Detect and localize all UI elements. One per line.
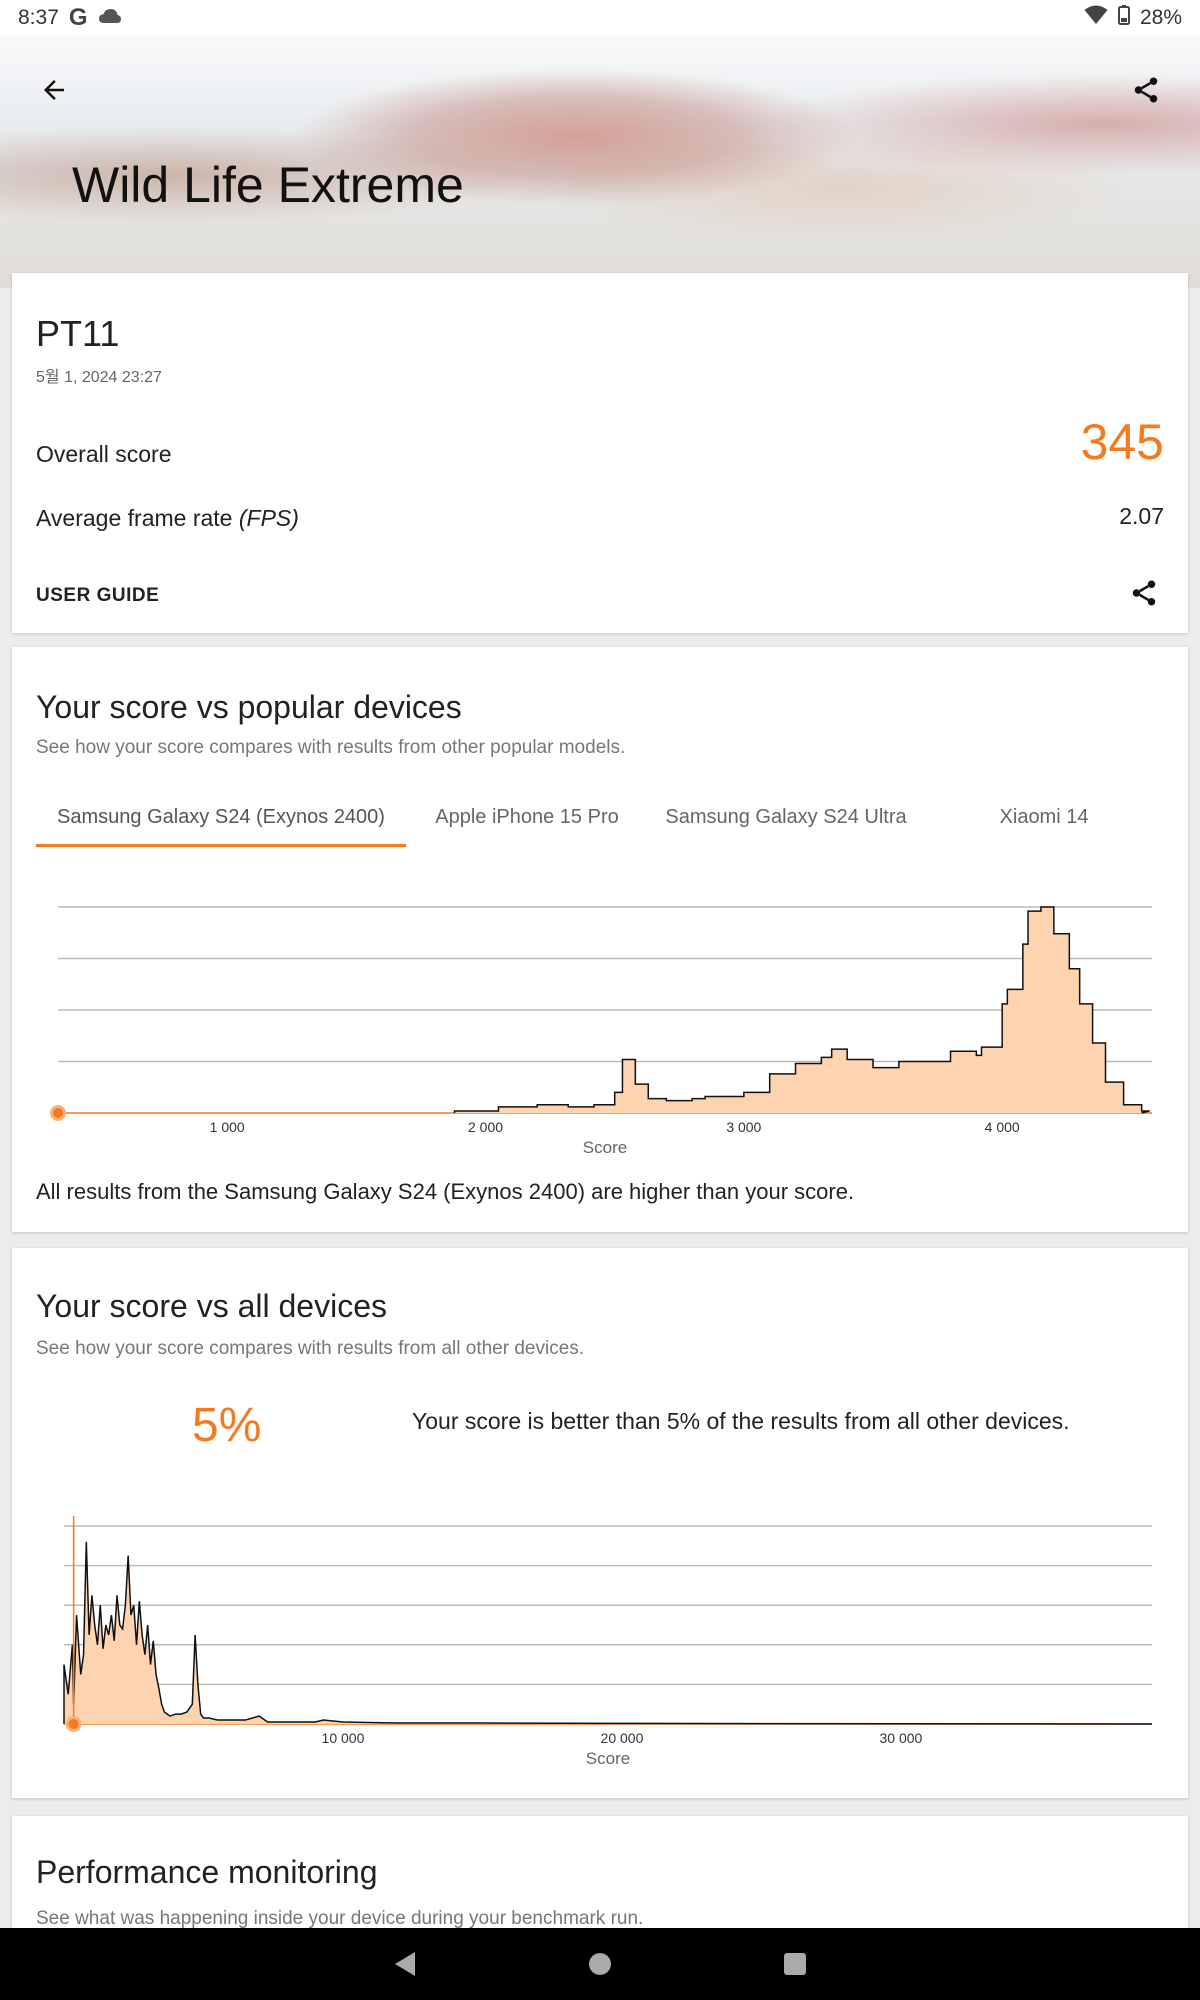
share-icon bbox=[1134, 77, 1158, 103]
all-devices-card: Your score vs all devices See how your s… bbox=[12, 1248, 1188, 1798]
all-devices-subtitle: See how your score compares with results… bbox=[36, 1338, 585, 1359]
distribution-area bbox=[64, 1541, 1152, 1724]
back-button[interactable] bbox=[30, 66, 78, 114]
fps-label-text: Average frame rate bbox=[36, 505, 233, 531]
tab-iphone-15-pro[interactable]: Apple iPhone 15 Pro bbox=[406, 797, 648, 847]
nav-home-icon bbox=[589, 1953, 611, 1975]
header-banner: Wild Life Extreme bbox=[0, 36, 1200, 288]
google-icon: G bbox=[68, 4, 88, 31]
share-icon bbox=[1132, 580, 1156, 606]
popular-caption: All results from the Samsung Galaxy S24 … bbox=[36, 1179, 855, 1204]
all-devices-distribution-chart: 10 000 20 000 30 000 Score bbox=[36, 1496, 1164, 1786]
nav-back-button[interactable] bbox=[385, 1944, 425, 1984]
nav-home-button[interactable] bbox=[580, 1944, 620, 1984]
result-card: PT11 5월 1, 2024 23:27 Overall score 345 … bbox=[12, 273, 1188, 633]
cloud-icon bbox=[98, 6, 122, 30]
nav-recents-button[interactable] bbox=[775, 1944, 815, 1984]
fps-unit: (FPS) bbox=[238, 505, 299, 531]
tab-samsung-s24-ultra[interactable]: Samsung Galaxy S24 Ultra bbox=[648, 797, 924, 847]
popular-subtitle: See how your score compares with results… bbox=[36, 737, 626, 758]
x-tick-label: 2 000 bbox=[468, 1119, 503, 1135]
performance-title: Performance monitoring bbox=[36, 1854, 378, 1890]
x-tick-label: 10 000 bbox=[322, 1730, 365, 1746]
share-result-button[interactable] bbox=[1124, 573, 1164, 613]
share-button[interactable] bbox=[1122, 66, 1170, 114]
nav-back-icon bbox=[395, 1952, 415, 1976]
percentile-value: 5% bbox=[192, 1399, 262, 1452]
overall-score-value: 345 bbox=[1080, 414, 1164, 470]
nav-recents-icon bbox=[784, 1953, 806, 1975]
tab-xiaomi-14[interactable]: Xiaomi 14 bbox=[924, 797, 1164, 847]
x-tick-label: 3 000 bbox=[726, 1119, 761, 1135]
distribution-line bbox=[63, 1541, 1153, 1725]
fps-label: Average frame rate (FPS) bbox=[36, 505, 299, 532]
all-devices-title: Your score vs all devices bbox=[36, 1288, 387, 1324]
percentile-text: Your score is better than 5% of the resu… bbox=[412, 1408, 1070, 1434]
popular-devices-card: Your score vs popular devices See how yo… bbox=[12, 647, 1188, 1232]
battery-percent: 28% bbox=[1139, 6, 1182, 29]
user-guide-link[interactable]: USER GUIDE bbox=[36, 585, 159, 607]
status-bar: 8:37 G 28% bbox=[0, 0, 1200, 36]
page-title: Wild Life Extreme bbox=[72, 157, 464, 213]
system-nav-bar bbox=[0, 1928, 1200, 2000]
tab-samsung-s24-exynos[interactable]: Samsung Galaxy S24 (Exynos 2400) bbox=[36, 797, 406, 847]
overall-score-label: Overall score bbox=[36, 441, 172, 467]
x-axis-label: Score bbox=[586, 1749, 630, 1768]
run-date: 5월 1, 2024 23:27 bbox=[36, 369, 162, 386]
x-tick-label: 20 000 bbox=[601, 1730, 644, 1746]
wifi-icon bbox=[1084, 5, 1108, 31]
popular-distribution-chart: 1 000 2 000 3 000 4 000 Score bbox=[36, 877, 1164, 1167]
your-score-marker bbox=[53, 1108, 63, 1118]
device-tabs: Samsung Galaxy S24 (Exynos 2400) Apple i… bbox=[36, 797, 1164, 847]
device-name: PT11 bbox=[36, 313, 120, 354]
x-tick-label: 1 000 bbox=[210, 1119, 245, 1135]
status-time: 8:37 bbox=[18, 6, 59, 29]
fps-value: 2.07 bbox=[1119, 503, 1164, 529]
performance-subtitle: See what was happening inside your devic… bbox=[36, 1908, 644, 1929]
popular-title: Your score vs popular devices bbox=[36, 689, 462, 725]
your-score-marker bbox=[68, 1719, 79, 1729]
arrow-left-icon bbox=[44, 80, 64, 100]
x-axis-label: Score bbox=[583, 1138, 627, 1157]
x-tick-label: 30 000 bbox=[880, 1730, 923, 1746]
x-tick-label: 4 000 bbox=[985, 1119, 1020, 1135]
battery-icon bbox=[1117, 5, 1130, 31]
